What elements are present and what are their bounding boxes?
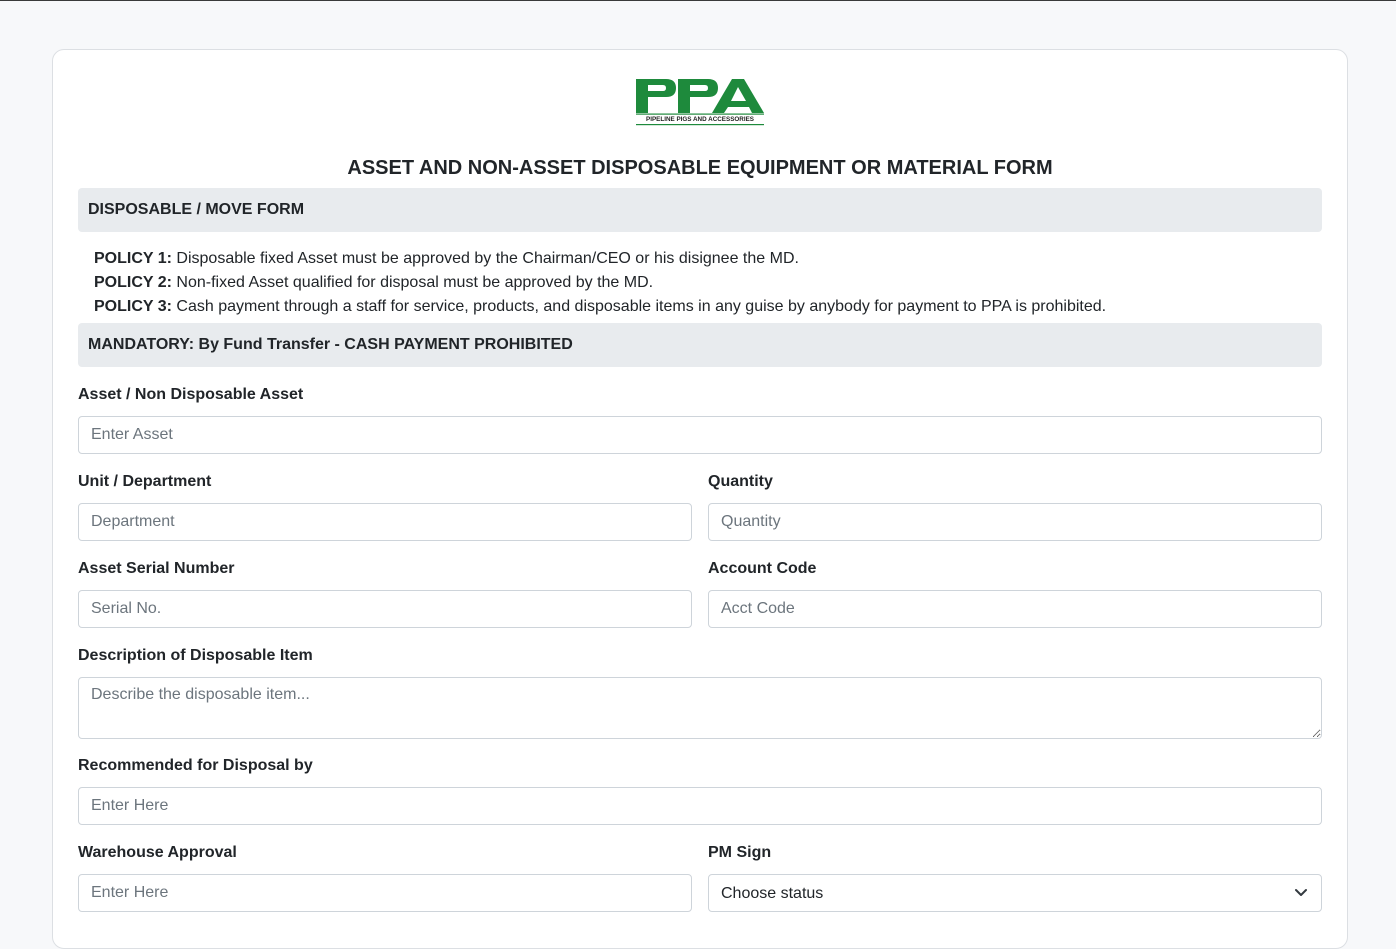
section-disposable-header: DISPOSABLE / MOVE FORM [78, 188, 1322, 232]
policy-text: Non-fixed Asset qualified for disposal m… [176, 274, 654, 291]
asset-input[interactable] [78, 416, 1322, 454]
policy-item: POLICY 2: Non-fixed Asset qualified for … [94, 271, 1322, 295]
asset-label: Asset / Non Disposable Asset [78, 386, 304, 403]
serial-account-row: Asset Serial Number Account Code [78, 559, 1322, 628]
account-code-label: Account Code [708, 560, 817, 577]
policy-item: POLICY 3: Cash payment through a staff f… [94, 295, 1322, 319]
serial-input[interactable] [78, 590, 692, 628]
pm-sign-label: PM Sign [708, 844, 772, 861]
policy-list: POLICY 1: Disposable fixed Asset must be… [78, 232, 1322, 319]
policy-label: POLICY 2: [94, 274, 172, 291]
warehouse-approval-label: Warehouse Approval [78, 844, 237, 861]
quantity-label: Quantity [708, 473, 773, 490]
form-title: ASSET AND NON-ASSET DISPOSABLE EQUIPMENT… [347, 157, 1053, 179]
serial-label: Asset Serial Number [78, 560, 235, 577]
pm-sign-select[interactable]: Choose status [708, 874, 1322, 912]
logo-tagline: PIPELINE PIGS AND ACCESSORIES [646, 116, 754, 123]
form-card: PIPELINE PIGS AND ACCESSORIES ASSET AND … [52, 49, 1348, 949]
ppa-logo: PIPELINE PIGS AND ACCESSORIES [636, 79, 764, 126]
policy-text: Disposable fixed Asset must be approved … [176, 250, 799, 267]
policy-label: POLICY 1: [94, 250, 172, 267]
quantity-input[interactable] [708, 503, 1322, 541]
warehouse-approval-input[interactable] [78, 874, 692, 912]
description-textarea[interactable] [78, 677, 1322, 739]
section-mandatory-header: MANDATORY: By Fund Transfer - CASH PAYME… [78, 323, 1322, 367]
logo-container: PIPELINE PIGS AND ACCESSORIES [78, 79, 1322, 129]
policy-text: Cash payment through a staff for service… [176, 298, 1107, 315]
pm-sign-select-wrap: Choose status [708, 874, 1322, 912]
department-label: Unit / Department [78, 473, 212, 490]
recommended-by-label: Recommended for Disposal by [78, 757, 313, 774]
policy-item: POLICY 1: Disposable fixed Asset must be… [94, 247, 1322, 271]
recommended-by-input[interactable] [78, 787, 1322, 825]
description-label: Description of Disposable Item [78, 647, 313, 664]
department-quantity-row: Unit / Department Quantity [78, 472, 1322, 541]
policy-label: POLICY 3: [94, 298, 172, 315]
account-code-input[interactable] [708, 590, 1322, 628]
warehouse-pm-row: Warehouse Approval PM Sign Choose status [78, 843, 1322, 912]
department-input[interactable] [78, 503, 692, 541]
